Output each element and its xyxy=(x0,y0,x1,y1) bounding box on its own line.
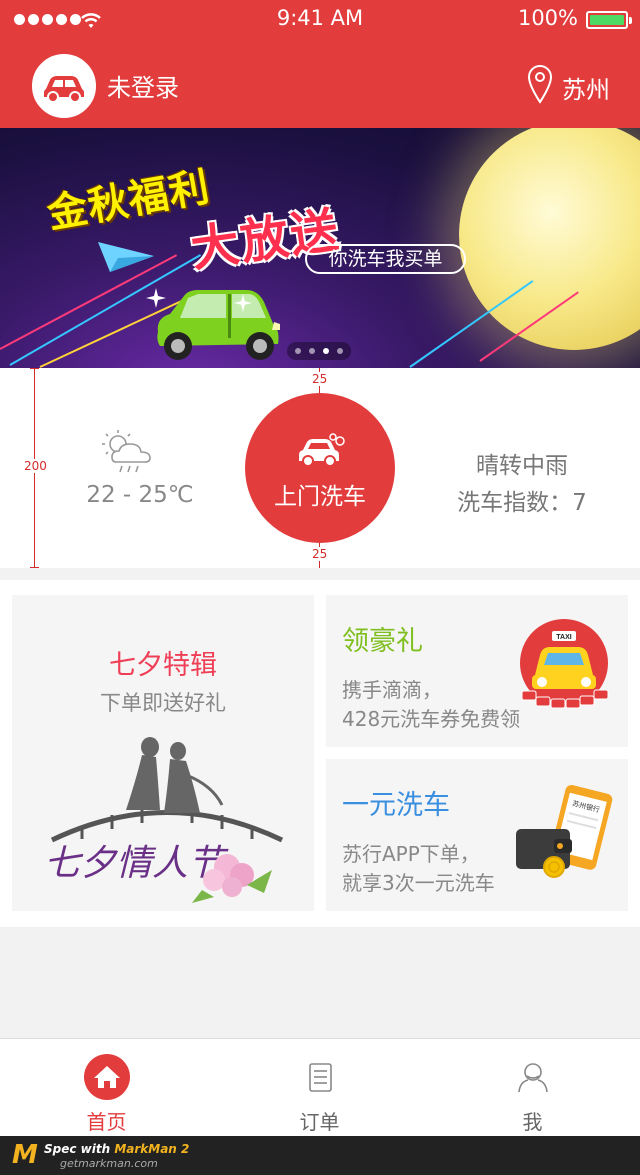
tab-profile[interactable]: 我 xyxy=(426,1039,639,1137)
green-car-illustration xyxy=(157,290,280,360)
promo-banner[interactable]: 金秋福利 大放送 你洗车我买单 xyxy=(0,128,640,368)
one-yuan-wash-description: 苏行APP下单， 就享3次一元洗车 xyxy=(342,840,495,898)
car-icon xyxy=(44,76,84,103)
gift-title: 领豪礼 xyxy=(342,626,423,657)
markman-url: getmarkman.com xyxy=(60,1157,158,1170)
promo-panel: 七夕特辑 下单即送好礼 七夕情人节 领豪礼 携手滴滴， 428元洗车券免费领 T… xyxy=(0,580,640,927)
weather-condition: 晴转中雨 xyxy=(476,453,568,479)
partly-cloudy-rain-icon xyxy=(102,430,151,473)
user-icon xyxy=(518,1063,548,1093)
qixi-promo-card[interactable]: 七夕特辑 下单即送好礼 七夕情人节 xyxy=(12,595,314,911)
home-wash-label: 上门洗车 xyxy=(274,484,366,510)
home-wash-button[interactable]: 上门洗车 xyxy=(245,393,395,543)
markman-brand: MarkMan 2 xyxy=(114,1142,190,1156)
login-status[interactable]: 未登录 xyxy=(107,68,179,103)
sparkle-icon xyxy=(146,288,166,308)
banner-tagline: 你洗车我买单 xyxy=(305,244,466,274)
markman-watermark: M Spec with MarkMan 2 getmarkman.com xyxy=(0,1136,640,1175)
gift-desc-line1: 携手滴滴， xyxy=(342,678,442,702)
one-yuan-wash-title: 一元洗车 xyxy=(342,790,450,821)
spec-bottom-gap: 25 xyxy=(312,547,328,561)
markman-prefix: Spec with xyxy=(44,1142,115,1156)
spec-top-gap: 25 xyxy=(312,372,328,386)
qixi-art-text: 七夕情人节 xyxy=(44,843,229,884)
battery-percentage: 100% xyxy=(517,6,578,30)
markman-logo: M xyxy=(12,1140,38,1170)
gift-desc-line2: 428元洗车券免费领 xyxy=(342,707,521,731)
location-pin-icon[interactable] xyxy=(527,64,553,104)
carousel-dot[interactable] xyxy=(295,348,301,354)
spec-line xyxy=(30,368,39,369)
taxi-illustration: TAXI xyxy=(520,619,609,709)
qixi-couple-illustration: 七夕情人节 xyxy=(44,737,284,903)
temperature-range: 22 - 25℃ xyxy=(86,482,194,508)
one-yuan-desc-line2: 就享3次一元洗车 xyxy=(342,871,495,895)
tab-orders[interactable]: 订单 xyxy=(213,1039,426,1137)
spec-line xyxy=(30,567,39,568)
markman-caption: Spec with MarkMan 2 xyxy=(44,1142,189,1156)
taxi-sign-text: TAXI xyxy=(556,634,571,641)
tab-home[interactable]: 首页 xyxy=(0,1039,213,1137)
qixi-subtitle: 下单即送好礼 xyxy=(100,691,226,715)
carousel-dot[interactable] xyxy=(337,348,343,354)
carousel-dot[interactable] xyxy=(309,348,315,354)
one-yuan-desc-line1: 苏行APP下单， xyxy=(342,842,480,866)
wash-index: 洗车指数：7 xyxy=(457,490,587,516)
gift-description: 携手滴滴， 428元洗车券免费领 xyxy=(342,676,520,734)
carousel-indicator[interactable] xyxy=(287,342,351,360)
user-avatar[interactable] xyxy=(32,54,96,118)
weather-panel: 22 - 25℃ 上门洗车 晴转中雨 洗车指数：7 200 25 25 xyxy=(0,368,640,568)
car-wash-icon xyxy=(299,433,345,467)
city-selector[interactable]: 苏州 xyxy=(562,70,610,105)
gift-promo-card[interactable]: 领豪礼 携手滴滴， 428元洗车券免费领 TAXI xyxy=(326,595,628,747)
paper-plane-icon xyxy=(98,242,154,272)
status-bar: 9:41 AM 100% xyxy=(0,0,640,40)
moon-illustration xyxy=(459,128,640,350)
spec-panel-height: 200 xyxy=(24,459,47,473)
carousel-dot[interactable] xyxy=(323,348,329,354)
wallet-phone-illustration: 苏州银行 xyxy=(516,784,613,878)
sparkle-icon xyxy=(234,294,252,312)
battery-icon xyxy=(586,11,632,29)
tab-home-label: 首页 xyxy=(86,1110,127,1134)
home-icon xyxy=(84,1054,130,1100)
bottom-tab-bar: 首页 订单 我 xyxy=(0,1038,640,1136)
order-list-icon xyxy=(309,1063,332,1092)
qixi-title: 七夕特辑 xyxy=(109,650,217,681)
app-header: 未登录 苏州 xyxy=(0,40,640,128)
tab-orders-label: 订单 xyxy=(299,1110,340,1134)
one-yuan-wash-card[interactable]: 一元洗车 苏行APP下单， 就享3次一元洗车 苏州银行 xyxy=(326,759,628,911)
tab-profile-label: 我 xyxy=(522,1110,543,1134)
